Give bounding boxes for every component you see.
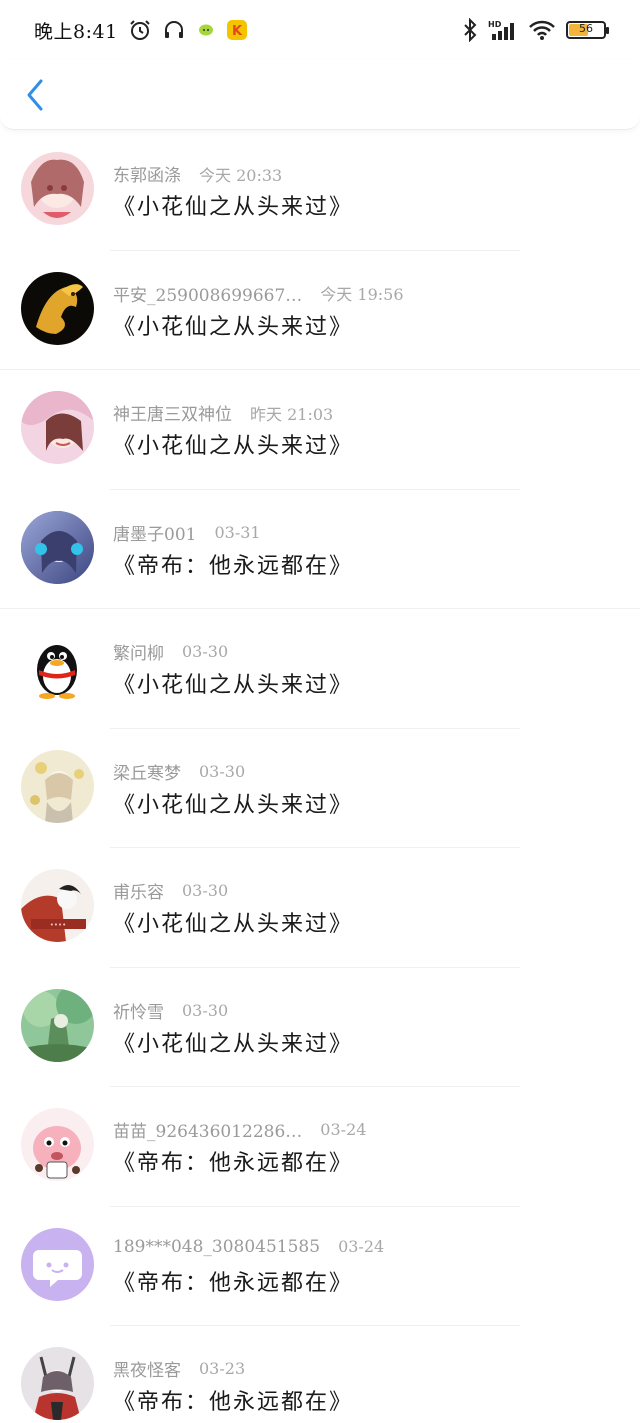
timestamp: 03-30 [199, 761, 246, 781]
battery-icon: 56 [566, 21, 609, 39]
timestamp: 03-30 [182, 1000, 229, 1020]
list-item[interactable]: 繁问柳 03-30 《小花仙之从头来过》 [0, 609, 640, 729]
book-title[interactable]: 《小花仙之从头来过》 [113, 309, 353, 341]
list-item[interactable]: 黑夜怪客 03-23 《帝布：他永远都在》 [0, 1326, 640, 1423]
user-name[interactable]: 黑夜怪客 [113, 1356, 181, 1381]
item-meta: 甫乐容 03-30 [113, 878, 228, 903]
user-name[interactable]: 神王唐三双神位 [113, 400, 232, 425]
book-title[interactable]: 《小花仙之从头来过》 [113, 1026, 353, 1058]
book-title[interactable]: 《小花仙之从头来过》 [113, 667, 353, 699]
user-name[interactable]: 甫乐容 [113, 878, 164, 903]
comment-list: 东郭函涤 今天 20:33 《小花仙之从头来过》 平安_259008699667… 今天… [0, 131, 640, 1423]
list-item[interactable]: 神王唐三双神位 昨天 21:03 《小花仙之从头来过》 [0, 370, 640, 490]
headphones-icon [162, 18, 186, 42]
user-name[interactable]: 189***048_3080451585 [113, 1237, 320, 1257]
item-meta: 祈怜雪 03-30 [113, 998, 228, 1023]
book-title[interactable]: 《小花仙之从头来过》 [113, 787, 353, 819]
book-title[interactable]: 《小花仙之从头来过》 [113, 428, 353, 460]
avatar[interactable] [21, 391, 94, 464]
status-bar: 晚上8:41 K HD 56 [0, 0, 640, 60]
svg-text:••••: •••• [50, 921, 67, 929]
item-meta: 黑夜怪客 03-23 [113, 1356, 245, 1381]
avatar[interactable]: •••• [21, 869, 94, 942]
user-name[interactable]: 梁丘寒梦 [113, 759, 181, 784]
book-title[interactable]: 《帝布：他永远都在》 [113, 1384, 353, 1416]
chevron-left-icon [27, 79, 43, 111]
timestamp: 03-30 [182, 642, 229, 661]
item-meta: 梁丘寒梦 03-30 [113, 759, 245, 784]
kuwo-app-icon: K [226, 19, 248, 41]
list-item[interactable]: 梁丘寒梦 03-30 《小花仙之从头来过》 [0, 729, 640, 848]
item-meta: 东郭函涤 今天 20:33 [113, 161, 283, 187]
timestamp: 03-31 [214, 522, 261, 542]
timestamp: 03-24 [320, 1120, 367, 1139]
list-item[interactable]: 平安_259008699667… 今天 19:56 《小花仙之从头来过》 [0, 251, 640, 370]
user-name[interactable]: 唐墨子001 [113, 520, 196, 545]
avatar[interactable] [21, 630, 94, 703]
item-meta: 神王唐三双神位 昨天 21:03 [113, 400, 334, 426]
book-title[interactable]: 《帝布：他永远都在》 [113, 548, 353, 580]
book-title[interactable]: 《小花仙之从头来过》 [113, 906, 353, 938]
item-meta: 189***048_3080451585 03-24 [113, 1237, 384, 1257]
timestamp: 昨天 21:03 [250, 404, 334, 424]
timestamp: 今天 19:56 [320, 285, 404, 304]
avatar[interactable] [21, 152, 94, 225]
list-item[interactable]: 189***048_3080451585 03-24 《帝布：他永远都在》 [0, 1207, 640, 1326]
alarm-clock-icon [128, 18, 152, 42]
list-item[interactable]: •••• 甫乐容 03-30 《小花仙之从头来过》 [0, 848, 640, 968]
avatar[interactable] [21, 510, 94, 584]
avatar[interactable] [21, 1108, 94, 1181]
timestamp: 03-30 [182, 881, 229, 900]
avatar[interactable] [21, 1347, 94, 1420]
signal-icon: HD [488, 19, 518, 41]
user-name[interactable]: 平安_259008699667… [113, 281, 302, 306]
svg-text:HD: HD [488, 20, 502, 29]
book-title[interactable]: 《小花仙之从头来过》 [113, 189, 353, 221]
timestamp: 今天 20:33 [199, 165, 283, 185]
back-button[interactable] [18, 74, 52, 116]
list-item[interactable]: 苗苗_926436012286… 03-24 《帝布：他永远都在》 [0, 1087, 640, 1207]
user-name[interactable]: 苗苗_926436012286… [113, 1117, 302, 1142]
avatar[interactable] [21, 988, 94, 1062]
svg-text:K: K [232, 24, 243, 39]
battery-level: 56 [579, 22, 593, 35]
list-item[interactable]: 唐墨子001 03-31 《帝布：他永远都在》 [0, 490, 640, 609]
item-meta: 唐墨子001 03-31 [113, 520, 261, 545]
list-item[interactable]: 祈怜雪 03-30 《小花仙之从头来过》 [0, 968, 640, 1087]
status-time: 晚上8:41 [34, 20, 118, 43]
user-name[interactable]: 繁问柳 [113, 639, 164, 664]
avatar[interactable] [21, 749, 94, 823]
wifi-icon [528, 19, 556, 41]
user-name[interactable]: 祈怜雪 [113, 998, 164, 1023]
item-meta: 平安_259008699667… 今天 19:56 [113, 281, 404, 306]
avatar[interactable] [21, 271, 94, 345]
bluetooth-icon [462, 18, 478, 42]
book-title[interactable]: 《帝布：他永远都在》 [113, 1145, 353, 1177]
avatar[interactable] [21, 1227, 94, 1301]
list-item[interactable]: 东郭函涤 今天 20:33 《小花仙之从头来过》 [0, 131, 640, 251]
book-title[interactable]: 《帝布：他永远都在》 [113, 1265, 353, 1297]
item-meta: 苗苗_926436012286… 03-24 [113, 1117, 366, 1142]
wechat-icon [196, 20, 216, 40]
timestamp: 03-24 [338, 1237, 385, 1256]
item-meta: 繁问柳 03-30 [113, 639, 228, 664]
navigation-bar [0, 60, 640, 130]
user-name[interactable]: 东郭函涤 [113, 161, 181, 186]
timestamp: 03-23 [199, 1359, 246, 1378]
